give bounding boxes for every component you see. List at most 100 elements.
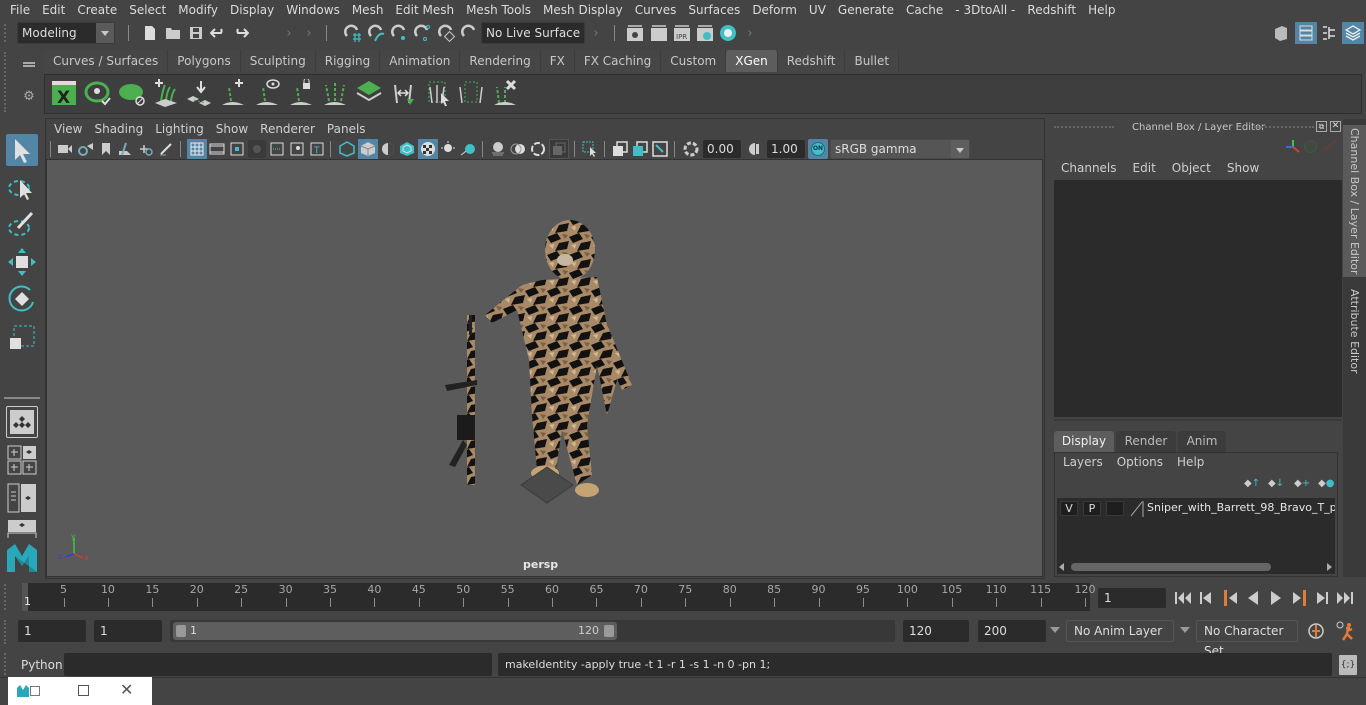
menu-modify[interactable]: Modify <box>172 0 224 20</box>
snap-point-icon[interactable] <box>390 24 408 42</box>
shelf-tab-rigging[interactable]: Rigging <box>315 50 381 72</box>
step-back-key-icon[interactable] <box>1221 590 1239 606</box>
command-input[interactable] <box>64 653 492 676</box>
character-set-chevron-icon[interactable] <box>1180 627 1190 633</box>
hypershade-icon[interactable] <box>719 24 737 42</box>
persp-outliner-layout-button[interactable] <box>6 482 38 514</box>
redo-icon[interactable] <box>232 24 250 42</box>
safe-title-icon[interactable]: T <box>308 140 326 158</box>
menu-windows[interactable]: Windows <box>280 0 346 20</box>
guides-to-curves-icon[interactable] <box>321 79 351 109</box>
panel-menu-view[interactable]: View <box>48 122 88 136</box>
tool-settings-icon[interactable] <box>1320 24 1338 42</box>
go-to-start-icon[interactable] <box>1174 590 1192 606</box>
single-perspective-layout-button[interactable] <box>6 406 38 438</box>
range-slider-bar[interactable]: 1 120 <box>173 622 617 640</box>
menu-edit[interactable]: Edit <box>36 0 71 20</box>
no-manipulator-icon[interactable] <box>1323 139 1337 152</box>
menu-uv[interactable]: UV <box>803 0 832 20</box>
range-end-handle[interactable] <box>604 625 614 637</box>
anim-layer-chevron-icon[interactable] <box>1050 627 1060 633</box>
scroll-right-icon[interactable] <box>1327 563 1332 571</box>
menu-mesh-display[interactable]: Mesh Display <box>537 0 629 20</box>
scale-tool-button[interactable] <box>6 320 38 352</box>
shelf-tab-fx[interactable]: FX <box>540 50 575 72</box>
shadows-icon[interactable] <box>459 140 477 158</box>
animation-end-field[interactable]: 200 <box>978 620 1046 642</box>
render-view-icon[interactable] <box>626 24 644 42</box>
bookmark-icon[interactable] <box>97 140 115 158</box>
gate-mask-icon[interactable] <box>248 140 266 158</box>
step-forward-key-icon[interactable] <box>1291 590 1309 606</box>
layer-visibility-toggle[interactable]: V <box>1060 501 1078 516</box>
menu-surfaces[interactable]: Surfaces <box>682 0 746 20</box>
drag-handle[interactable] <box>4 24 10 42</box>
manipulator-axes-icon[interactable] <box>1284 139 1302 155</box>
xray-active-components-icon[interactable] <box>651 140 669 158</box>
persp-graph-layout-button[interactable] <box>6 518 38 538</box>
new-layer-from-selected-icon[interactable]: ◆● <box>1318 478 1334 489</box>
rotate-tool-button[interactable] <box>6 283 38 315</box>
select-camera-icon[interactable] <box>56 140 74 158</box>
grease-pencil-icon[interactable] <box>157 140 175 158</box>
range-start-handle[interactable] <box>176 625 186 637</box>
layer-playback-toggle[interactable]: P <box>1083 501 1101 516</box>
time-slider[interactable]: 1 5 10 15 20 25 30 35 40 45 50 55 60 65 70 75 80 85 90 95 1… <box>22 583 1096 611</box>
panel-menu-panels[interactable]: Panels <box>321 122 372 136</box>
menu-3dtoall[interactable]: - 3DtoAll - <box>949 0 1021 20</box>
panel-menu-renderer[interactable]: Renderer <box>254 122 321 136</box>
guide-region-icon[interactable] <box>457 79 487 109</box>
shelf-tab-custom[interactable]: Custom <box>661 50 727 72</box>
menu-mesh[interactable]: Mesh <box>346 0 390 20</box>
panel-menu-show[interactable]: Show <box>210 122 254 136</box>
menu-select[interactable]: Select <box>123 0 172 20</box>
field-chart-icon[interactable] <box>268 140 286 158</box>
layer-row[interactable]: V P Sniper_with_Barrett_98_Bravo_T_pose <box>1057 500 1335 518</box>
menu-create[interactable]: Create <box>71 0 123 20</box>
step-back-frame-icon[interactable] <box>1198 590 1214 606</box>
shelf-tab-fx-caching[interactable]: FX Caching <box>574 50 662 72</box>
character-set-dropdown[interactable]: No Character Set <box>1196 620 1298 658</box>
image-plane-icon[interactable] <box>116 140 134 158</box>
step-forward-frame-icon[interactable] <box>1314 590 1330 606</box>
sync-timeline-icon[interactable] <box>1304 140 1317 153</box>
menu-cache[interactable]: Cache <box>900 0 949 20</box>
viewport-3d[interactable]: y x z persp <box>46 159 1043 577</box>
undo-icon[interactable] <box>209 24 227 42</box>
layer-display-type-toggle[interactable] <box>1106 501 1124 516</box>
create-description-icon[interactable] <box>151 79 181 109</box>
menu-redshift[interactable]: Redshift <box>1021 0 1082 20</box>
channel-menu-show[interactable]: Show <box>1219 161 1267 175</box>
auto-key-icon[interactable] <box>1306 621 1326 641</box>
attribute-editor-toggle-icon[interactable] <box>1295 22 1317 44</box>
menu-edit-mesh[interactable]: Edit Mesh <box>389 0 460 20</box>
shelf-tab-animation[interactable]: Animation <box>380 50 461 72</box>
layer-tab-display[interactable]: Display <box>1054 431 1114 452</box>
new-empty-layer-icon[interactable]: ◆+ <box>1294 478 1310 489</box>
collapse-arrow-icon[interactable]: › <box>280 24 298 42</box>
scrollbar-thumb[interactable] <box>1071 563 1271 571</box>
menu-help[interactable]: Help <box>1082 0 1121 20</box>
float-panel-icon[interactable]: ⧉ <box>1316 121 1327 132</box>
delete-guides-icon[interactable] <box>491 79 521 109</box>
play-backwards-icon[interactable] <box>1245 590 1261 606</box>
drag-handle[interactable] <box>4 620 10 644</box>
channel-menu-edit[interactable]: Edit <box>1125 161 1164 175</box>
restore-window-icon[interactable] <box>30 686 40 696</box>
place-guides-icon[interactable] <box>185 79 215 109</box>
range-slider-track[interactable]: 1 120 <box>170 620 895 642</box>
playback-end-field[interactable]: 120 <box>903 620 969 642</box>
panel-menu-lighting[interactable]: Lighting <box>149 122 210 136</box>
maximize-window-icon[interactable] <box>78 685 89 696</box>
channel-menu-channels[interactable]: Channels <box>1054 161 1125 175</box>
render-frame-icon[interactable] <box>650 24 668 42</box>
menu-display[interactable]: Display <box>224 0 280 20</box>
menu-mesh-tools[interactable]: Mesh Tools <box>460 0 537 20</box>
gamma-icon[interactable] <box>746 140 764 158</box>
menu-file[interactable]: File <box>4 0 36 20</box>
drag-handle[interactable] <box>4 584 10 610</box>
current-frame-field[interactable]: 1 <box>1098 588 1166 608</box>
wireframe-on-shaded-icon[interactable] <box>398 140 416 158</box>
layer-tab-anim[interactable]: Anim <box>1178 431 1226 452</box>
play-forwards-icon[interactable] <box>1268 590 1284 606</box>
